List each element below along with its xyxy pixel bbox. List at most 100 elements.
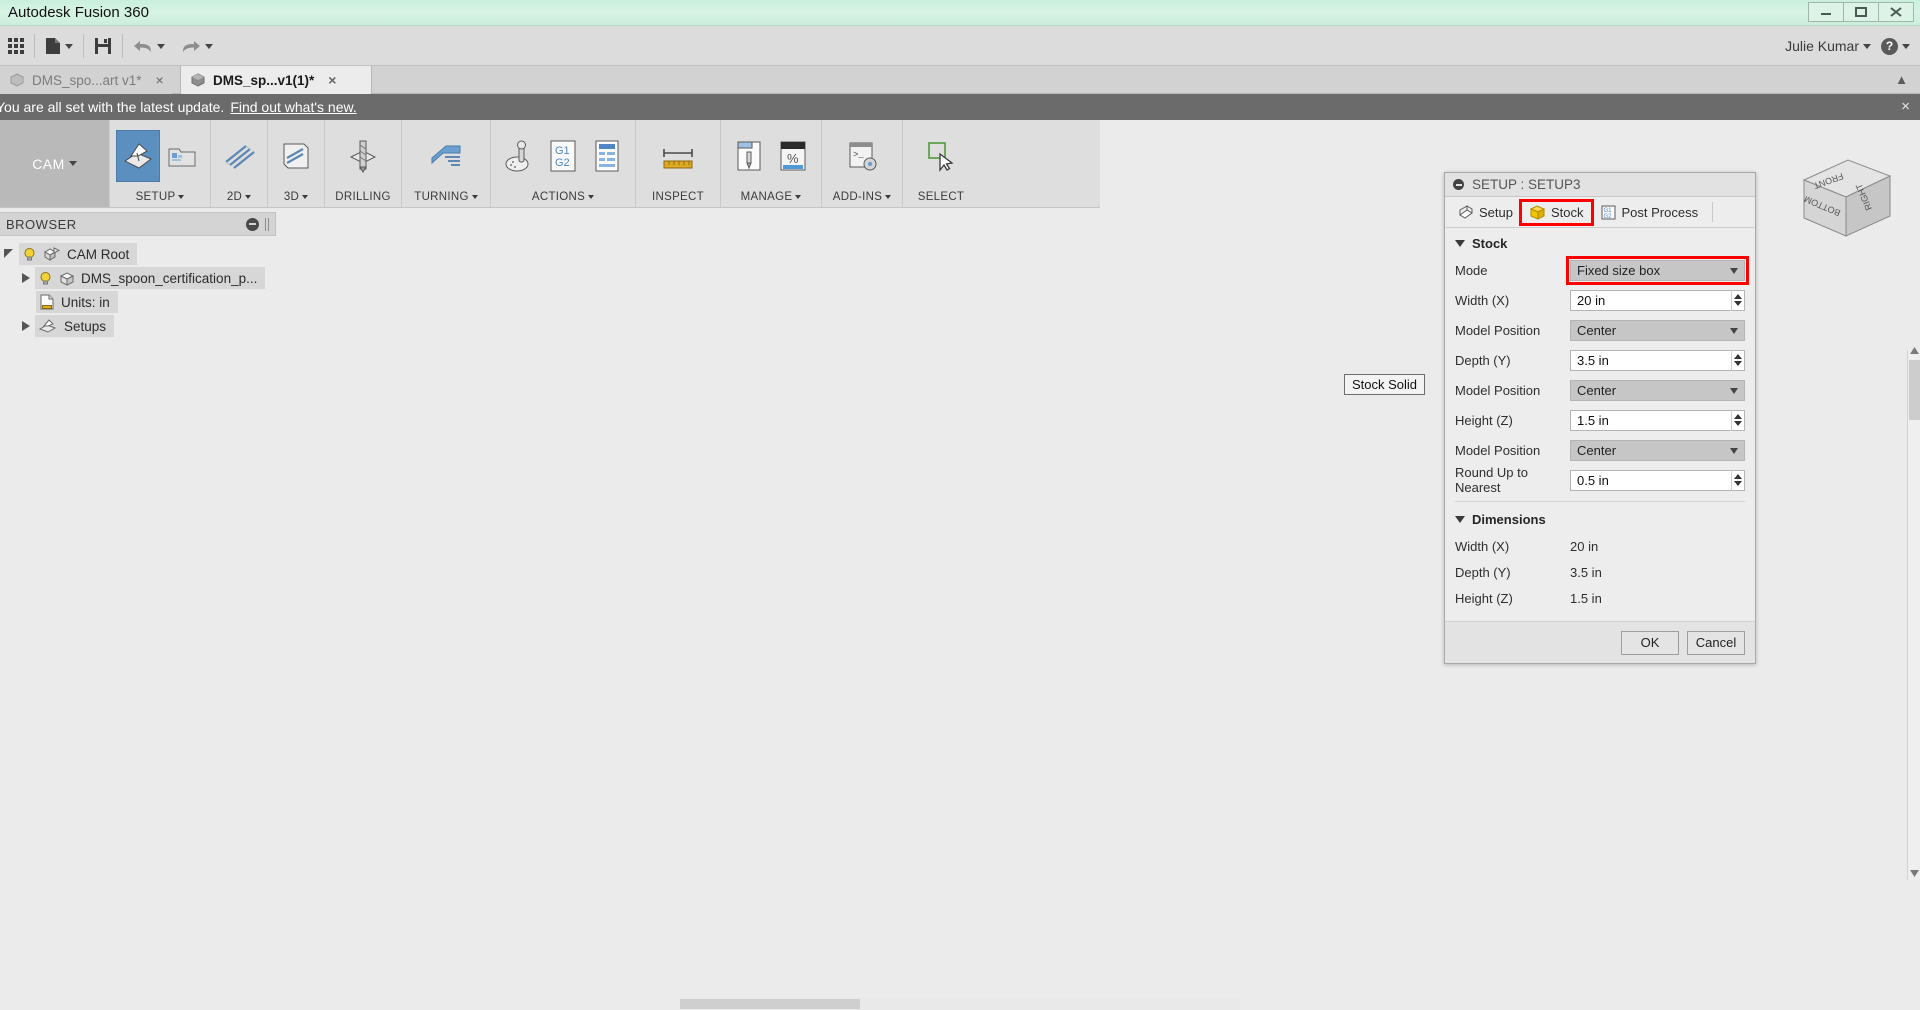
- chevron-down-icon[interactable]: [65, 43, 73, 49]
- measure-icon[interactable]: [656, 130, 700, 182]
- chevron-down-icon[interactable]: [1730, 267, 1738, 274]
- doc-tab-inactive[interactable]: DMS_spo...art v1* ×: [0, 66, 172, 94]
- scrollbar-thumb[interactable]: [680, 999, 860, 1009]
- view-cube[interactable]: FRONT BOTTOM RIGHT: [1790, 150, 1900, 250]
- minimize-icon[interactable]: [1808, 2, 1844, 22]
- scroll-down-arrow[interactable]: [1908, 867, 1920, 880]
- 3d-adaptive-icon[interactable]: [274, 130, 318, 182]
- scrollbar-thumb[interactable]: [1909, 360, 1920, 420]
- collapse-ribbon-icon[interactable]: ▲: [1895, 72, 1908, 87]
- chevron-down-icon[interactable]: [157, 43, 165, 49]
- undo-icon[interactable]: [125, 26, 173, 66]
- expander-open-icon[interactable]: [4, 249, 14, 259]
- tool-library-icon[interactable]: [727, 130, 771, 182]
- ribbon-group-label-select[interactable]: SELECT: [903, 187, 979, 207]
- chevron-down-icon[interactable]: [1730, 387, 1738, 394]
- browser-node-cam-root[interactable]: CAM Root: [0, 242, 276, 266]
- height-z-input[interactable]: 1.5 in: [1570, 409, 1745, 431]
- save-icon[interactable]: [86, 26, 120, 66]
- workspace-selector[interactable]: CAM: [0, 120, 110, 207]
- ribbon-group-label-3d[interactable]: 3D: [268, 187, 324, 207]
- browser-node-body[interactable]: DMS_spoon_certification_p...: [0, 266, 276, 290]
- chevron-down-icon[interactable]: [178, 195, 185, 199]
- chevron-down-icon[interactable]: [302, 195, 309, 199]
- round-up-input[interactable]: 0.5 in: [1570, 469, 1745, 491]
- tab-setup[interactable]: Setup: [1449, 201, 1521, 224]
- tab-post-process[interactable]: G1 G2 Post Process: [1592, 201, 1707, 224]
- ribbon-group-label-manage[interactable]: MANAGE: [721, 187, 821, 207]
- light-bulb-icon[interactable]: [22, 247, 37, 262]
- maximize-icon[interactable]: [1843, 2, 1879, 22]
- drill-icon[interactable]: [341, 130, 385, 182]
- close-icon[interactable]: [1878, 2, 1914, 22]
- ribbon-group-label-2d[interactable]: 2D: [211, 187, 267, 207]
- new-document-icon[interactable]: [37, 26, 81, 66]
- simulate-icon[interactable]: [497, 130, 541, 182]
- chevron-down-icon[interactable]: [1730, 327, 1738, 334]
- horizontal-scrollbar[interactable]: [680, 998, 1240, 1010]
- browser-grip[interactable]: [265, 217, 269, 231]
- ribbon-group-label-inspect[interactable]: INSPECT: [636, 187, 720, 207]
- browser-node-units[interactable]: Units: in: [0, 290, 276, 314]
- ribbon-group-label-addins[interactable]: ADD-INS: [822, 187, 902, 207]
- turning-icon[interactable]: [424, 130, 468, 182]
- close-icon[interactable]: ×: [328, 72, 336, 88]
- redo-icon[interactable]: [173, 26, 221, 66]
- help-menu[interactable]: ?: [1881, 37, 1910, 55]
- chevron-down-icon[interactable]: [68, 161, 77, 166]
- dialog-title: SETUP : SETUP3: [1472, 177, 1581, 192]
- script-addin-icon[interactable]: >_: [840, 130, 884, 182]
- chevron-down-icon[interactable]: [1902, 43, 1910, 49]
- depth-y-input[interactable]: 3.5 in: [1570, 349, 1745, 371]
- ribbon-group-label-drilling[interactable]: DRILLING: [325, 187, 401, 207]
- mode-select[interactable]: Fixed size box: [1566, 255, 1749, 285]
- light-bulb-icon[interactable]: [38, 271, 53, 286]
- collapse-dialog-icon[interactable]: [1453, 179, 1464, 190]
- model-position-z-select[interactable]: Center: [1570, 439, 1745, 461]
- model-position-x-select[interactable]: Center: [1570, 319, 1745, 341]
- chevron-down-icon[interactable]: [471, 195, 478, 199]
- ok-button[interactable]: OK: [1621, 630, 1679, 655]
- collapse-browser-icon[interactable]: [246, 217, 259, 231]
- ribbon-group-label-actions[interactable]: ACTIONS: [491, 187, 635, 207]
- width-x-input[interactable]: 20 in: [1570, 289, 1745, 311]
- expander-closed-icon[interactable]: [22, 273, 30, 283]
- vertical-scrollbar[interactable]: [1907, 347, 1920, 880]
- height-z-stepper[interactable]: [1731, 409, 1745, 431]
- select-cursor-icon[interactable]: [919, 130, 963, 182]
- depth-y-stepper[interactable]: [1731, 349, 1745, 371]
- 2d-adaptive-icon[interactable]: [217, 130, 261, 182]
- chevron-down-icon[interactable]: [1863, 43, 1871, 49]
- chevron-down-icon[interactable]: [588, 195, 595, 199]
- new-folder-icon[interactable]: [160, 130, 204, 182]
- user-menu[interactable]: Julie Kumar: [1785, 38, 1871, 54]
- browser-node-setups[interactable]: Setups: [0, 314, 276, 338]
- scroll-up-arrow[interactable]: [1908, 344, 1920, 357]
- model-position-y-select[interactable]: Center: [1570, 379, 1745, 401]
- chevron-down-icon[interactable]: [885, 195, 892, 199]
- chevron-down-icon[interactable]: [245, 195, 252, 199]
- section-header-stock[interactable]: Stock: [1445, 228, 1755, 257]
- expander-closed-icon[interactable]: [22, 321, 30, 331]
- close-icon[interactable]: ×: [156, 72, 164, 88]
- chevron-down-icon[interactable]: [1455, 240, 1465, 247]
- chevron-down-icon[interactable]: [205, 43, 213, 49]
- tab-stock[interactable]: Stock: [1518, 198, 1594, 226]
- g1g2-post-icon[interactable]: G1 G2: [541, 130, 585, 182]
- ribbon-group-label-turning[interactable]: TURNING: [402, 187, 490, 207]
- chevron-down-icon[interactable]: [1730, 447, 1738, 454]
- close-icon[interactable]: ×: [1901, 98, 1910, 115]
- cancel-button[interactable]: Cancel: [1687, 630, 1745, 655]
- ribbon-group-label-setup[interactable]: SETUP: [110, 187, 210, 207]
- chevron-down-icon[interactable]: [795, 195, 802, 199]
- doc-tab-active[interactable]: DMS_sp...v1(1)* ×: [180, 66, 372, 94]
- machine-percent-icon[interactable]: %: [771, 130, 815, 182]
- round-up-stepper[interactable]: [1731, 469, 1745, 491]
- notification-link[interactable]: Find out what's new.: [230, 99, 356, 115]
- width-x-stepper[interactable]: [1731, 289, 1745, 311]
- setup-sheet-icon[interactable]: [585, 130, 629, 182]
- setup-icon[interactable]: [116, 129, 160, 182]
- app-grid-icon[interactable]: [0, 26, 32, 66]
- chevron-down-icon[interactable]: [1455, 516, 1465, 523]
- section-header-dimensions[interactable]: Dimensions: [1445, 504, 1755, 533]
